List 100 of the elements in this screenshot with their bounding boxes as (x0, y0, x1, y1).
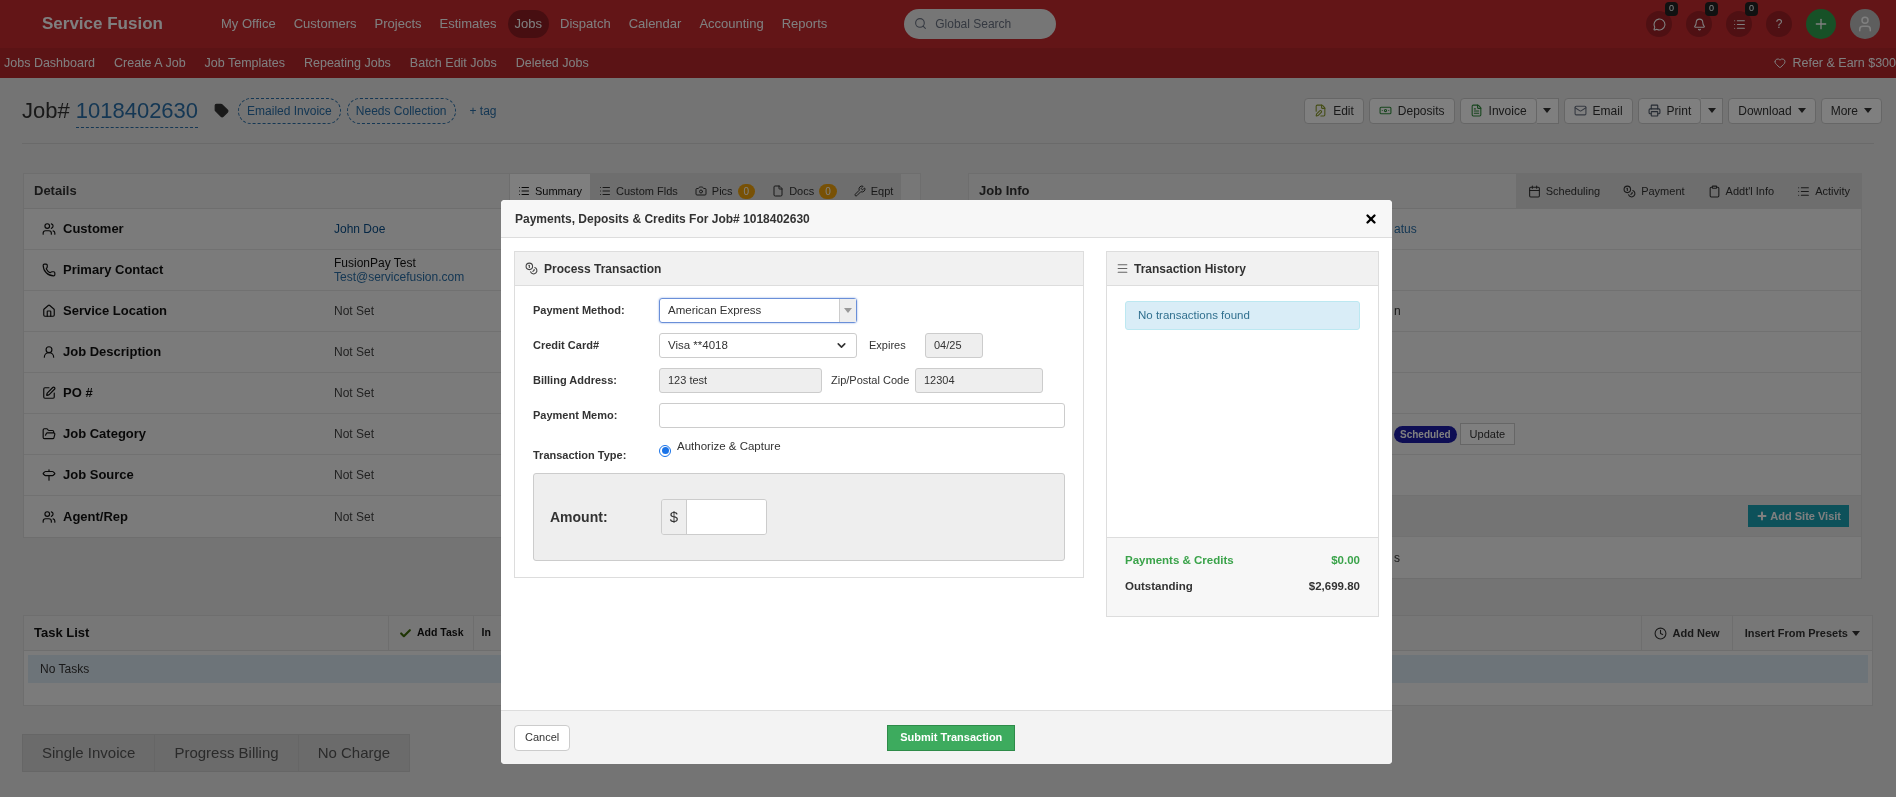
action-button[interactable]: Email (1563, 97, 1633, 124)
billing-tab[interactable]: Single Invoice (22, 734, 156, 772)
add-new-button[interactable]: Add New (1640, 616, 1732, 650)
nav-link[interactable]: Projects (367, 10, 429, 38)
panel-title: Job Info (978, 182, 1030, 201)
field-label: Credit Card# (533, 338, 601, 354)
nav-link[interactable]: Customers (286, 10, 364, 38)
dialog-title: Payments, Deposits & Credits For Job# 1018402630 (515, 210, 810, 228)
coins-icon (1623, 184, 1637, 198)
sub-nav-link[interactable]: Repeating Jobs (304, 53, 391, 73)
action-button[interactable]: Deposits (1368, 97, 1455, 124)
close-icon[interactable] (1364, 211, 1378, 226)
caret-icon (1864, 108, 1872, 113)
money-icon (1378, 104, 1392, 117)
coins-icon (525, 262, 538, 275)
notification-button[interactable] (1726, 11, 1752, 37)
sub-nav-link[interactable]: Create A Job (114, 53, 186, 73)
help-button[interactable]: ? (1766, 11, 1792, 37)
nav-link[interactable]: Estimates (432, 10, 504, 38)
field-value: Not Set (334, 468, 375, 482)
summary-label: Outstanding (1125, 579, 1193, 595)
search-field[interactable]: Global Search (904, 9, 1057, 39)
count-badge: 0 (1745, 2, 1758, 16)
heart-icon (1774, 57, 1787, 69)
add-task-button[interactable]: Add Task (388, 616, 474, 650)
memo-field[interactable] (659, 403, 1065, 428)
zip-field[interactable]: 12304 (915, 368, 1043, 393)
action-button[interactable]: Download (1728, 97, 1816, 124)
refer-link[interactable]: Refer & Earn $300 (1792, 53, 1896, 73)
nav-link[interactable]: Accounting (692, 10, 771, 38)
credit-card-select[interactable]: Visa **4018 (659, 333, 857, 358)
sub-nav-link[interactable]: Batch Edit Jobs (409, 53, 497, 73)
dropdown-toggle[interactable] (1536, 97, 1559, 124)
field-label: Job Source (63, 466, 134, 485)
payment-method-select[interactable]: American Express (659, 298, 857, 323)
people-icon (42, 509, 56, 524)
panel-tab[interactable]: Activity (1785, 174, 1861, 208)
nav-link[interactable]: Jobs (507, 10, 550, 38)
status-link[interactable]: atus (1394, 220, 1417, 238)
field-value: n (1394, 303, 1401, 320)
cancel-button[interactable]: Cancel (514, 724, 571, 751)
presets-dropdown[interactable]: Insert From Presets (1731, 616, 1872, 650)
caret-icon (844, 308, 852, 313)
field-label: PO # (63, 384, 93, 403)
job-number[interactable]: 1018402630 (75, 93, 199, 128)
notification-button[interactable] (1686, 11, 1712, 37)
dropdown-toggle[interactable] (1701, 97, 1724, 124)
count-badge: 0 (737, 183, 756, 199)
sub-nav-link[interactable]: Deleted Jobs (515, 53, 589, 73)
count-badge: 0 (1665, 2, 1678, 16)
count-badge: 0 (1705, 2, 1718, 16)
clipboard-icon (1707, 184, 1721, 198)
email-link[interactable]: Test@servicefusion.com (334, 270, 465, 284)
sub-nav-link[interactable]: Job Templates (204, 53, 285, 73)
field-value: Not Set (334, 386, 375, 400)
expires-field[interactable]: 04/25 (925, 333, 983, 358)
list-icon (1797, 184, 1811, 198)
billing-tab[interactable]: Progress Billing (154, 734, 299, 772)
plus-icon (1813, 16, 1829, 32)
sub-nav-link[interactable]: Jobs Dashboard (4, 53, 96, 73)
add-tag-link[interactable]: + tag (469, 101, 497, 120)
job-label: Job# (22, 97, 70, 125)
tag-icon (214, 103, 230, 118)
field-label: Expires (869, 338, 907, 354)
empty-message: No Tasks (40, 661, 90, 678)
mail-icon (1573, 104, 1587, 117)
update-button[interactable]: Update (1459, 422, 1516, 446)
field-value: Not Set (334, 509, 375, 524)
nav-link[interactable]: My Office (214, 10, 283, 38)
wrench-icon (853, 185, 866, 197)
panel-tab[interactable]: Scheduling (1515, 174, 1612, 208)
submit-button[interactable]: Submit Transaction (887, 724, 1016, 751)
nav-link[interactable]: Calendar (621, 10, 689, 38)
field-label: Zip/Postal Code (831, 373, 911, 389)
task-button[interactable]: In (473, 616, 491, 650)
amount-label: Amount: (550, 507, 609, 527)
avatar[interactable] (1850, 9, 1880, 39)
invoice-icon (1469, 104, 1483, 117)
list-icon (1732, 17, 1746, 31)
printer-icon (1647, 104, 1661, 117)
document-icon (772, 185, 785, 197)
amount-field[interactable]: $ (661, 499, 767, 535)
action-button[interactable]: Print (1637, 97, 1702, 124)
nav-link[interactable]: Reports (774, 10, 835, 38)
field-value: Not Set (334, 345, 375, 359)
add-site-visit-button[interactable]: Add Site Visit (1748, 504, 1849, 528)
action-button[interactable]: Invoice (1459, 97, 1537, 124)
notification-button[interactable] (1646, 11, 1672, 37)
billing-address-field[interactable]: 123 test (659, 368, 822, 393)
nav-link[interactable]: Dispatch (553, 10, 618, 38)
panel-tab[interactable]: Addt'l Info (1695, 174, 1786, 208)
logo[interactable]: Service Fusion (42, 11, 214, 37)
action-button[interactable]: Edit (1304, 97, 1364, 124)
billing-tab[interactable]: No Charge (297, 734, 411, 772)
panel-tab[interactable]: Payment (1611, 174, 1696, 208)
field-value: s (1394, 549, 1400, 567)
field-value[interactable]: John Doe (334, 222, 386, 236)
action-button[interactable]: More (1820, 97, 1882, 124)
caret-icon (1797, 108, 1806, 113)
add-button[interactable] (1806, 9, 1836, 39)
